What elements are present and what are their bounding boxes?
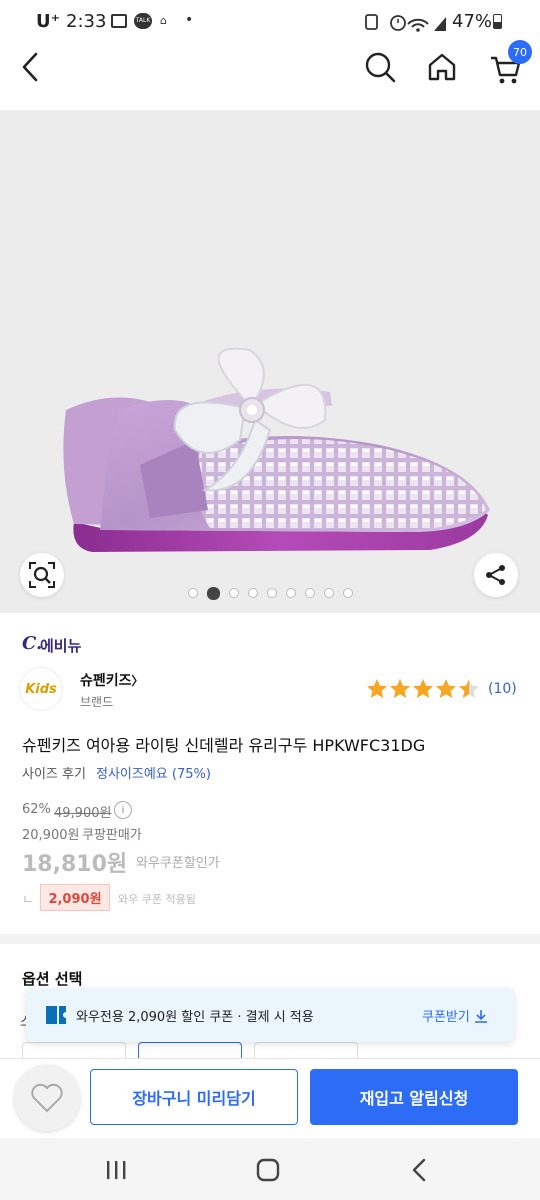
pagination-dot[interactable]	[342, 588, 353, 598]
star-icon	[413, 679, 433, 698]
wishlist-button[interactable]	[14, 1065, 80, 1131]
review-count[interactable]: (10)	[488, 681, 517, 697]
back-button[interactable]	[10, 47, 50, 87]
image-pagination-dots[interactable]	[0, 587, 540, 604]
brand-link[interactable]: 슈펜키즈〉	[80, 670, 144, 690]
pagination-dot[interactable]	[266, 588, 277, 598]
pagination-dot[interactable]	[323, 588, 334, 598]
star-icon	[390, 679, 410, 698]
back-arrow-icon	[22, 52, 38, 82]
brand-logo-text: Kids	[25, 681, 57, 697]
original-price: 49,900원	[54, 806, 112, 821]
wow-price: 18,810원	[22, 852, 128, 877]
home-nav-icon[interactable]	[256, 1158, 280, 1182]
chevron-right-icon: 〉	[131, 674, 144, 688]
coupon-ticket-icon	[46, 1006, 66, 1024]
status-time: 2:33	[66, 11, 107, 32]
rating-stars[interactable]	[366, 678, 486, 700]
star-icon	[436, 679, 456, 698]
battery-percent: 47%	[452, 11, 493, 32]
product-image-shoe	[63, 347, 490, 552]
coupang-price-label: 쿠팡판매가	[82, 828, 142, 843]
system-nav-bar	[0, 1138, 540, 1200]
pagination-dot[interactable]	[206, 587, 220, 600]
coupang-price: 20,900원	[22, 828, 80, 843]
top-nav: 70	[0, 40, 540, 104]
zoom-search-icon	[29, 562, 55, 588]
wow-price-label: 와우쿠폰할인가	[136, 856, 220, 871]
discount-rate: 62%	[22, 802, 51, 817]
options-title: 옵션 선택	[22, 970, 83, 988]
restock-alert-button[interactable]: 재입고 알림신청	[310, 1069, 518, 1125]
star-icon	[367, 679, 387, 698]
size-review-value[interactable]: 정사이즈예요 (75%)	[96, 763, 211, 782]
add-to-cart-preview-button[interactable]: 장바구니 미리담기	[90, 1069, 298, 1125]
search-button[interactable]	[360, 47, 400, 87]
product-image-gallery[interactable]	[0, 110, 540, 613]
section-divider	[0, 934, 540, 944]
coupon-applied-note: 와우 쿠폰 적용됨	[118, 893, 196, 906]
heart-icon	[31, 1083, 63, 1113]
coupon-download-label: 쿠폰받기	[422, 1010, 470, 1025]
pagination-dot[interactable]	[285, 588, 296, 598]
carrier-label: U⁺	[36, 11, 61, 32]
status-bar: U⁺ 2:33 TALK ⌂ • 47%	[0, 0, 540, 44]
star-icon	[459, 679, 479, 698]
battery-icon	[493, 14, 502, 29]
cart-count-badge: 70	[508, 40, 532, 64]
brand-sublabel: 브랜드	[80, 695, 114, 709]
coupon-amount-badge: 2,090원	[40, 884, 110, 911]
home-button[interactable]	[422, 47, 462, 87]
gallery-notification-icon	[111, 14, 127, 28]
brand-logo[interactable]: Kids	[20, 668, 62, 710]
coupon-prefix: ㄴ	[22, 893, 34, 908]
seller-name[interactable]: 에비뉴	[40, 635, 81, 656]
share-icon	[486, 565, 505, 585]
talk-notification-icon: TALK	[134, 13, 152, 29]
product-title: 슈펜키즈 여아용 라이팅 신데렐라 유리구두 HPKWFC31DG	[22, 736, 426, 755]
pagination-dot[interactable]	[228, 588, 239, 598]
back-nav-icon[interactable]	[410, 1158, 428, 1182]
pagination-dot[interactable]	[187, 588, 198, 598]
home-icon	[428, 53, 456, 81]
pagination-dot[interactable]	[247, 588, 258, 598]
search-icon	[365, 52, 396, 83]
wow-coupon-toast[interactable]: 와우전용 2,090원 할인 쿠폰 · 결제 시 적용 쿠폰받기	[26, 988, 514, 1042]
info-icon[interactable]: i	[114, 801, 132, 819]
download-icon	[474, 1010, 487, 1023]
coupon-download-button[interactable]: 쿠폰받기	[422, 1006, 488, 1025]
app-notification-icon: ⌂	[160, 14, 167, 27]
recent-apps-icon[interactable]	[106, 1160, 128, 1180]
more-notifications-dot-icon: •	[185, 12, 194, 28]
size-review-label: 사이즈 후기	[22, 767, 86, 782]
coupon-toast-text: 와우전용 2,090원 할인 쿠폰 · 결제 시 적용	[76, 1010, 314, 1025]
brand-name: 슈펜키즈	[80, 673, 132, 689]
pagination-dot[interactable]	[304, 588, 315, 598]
